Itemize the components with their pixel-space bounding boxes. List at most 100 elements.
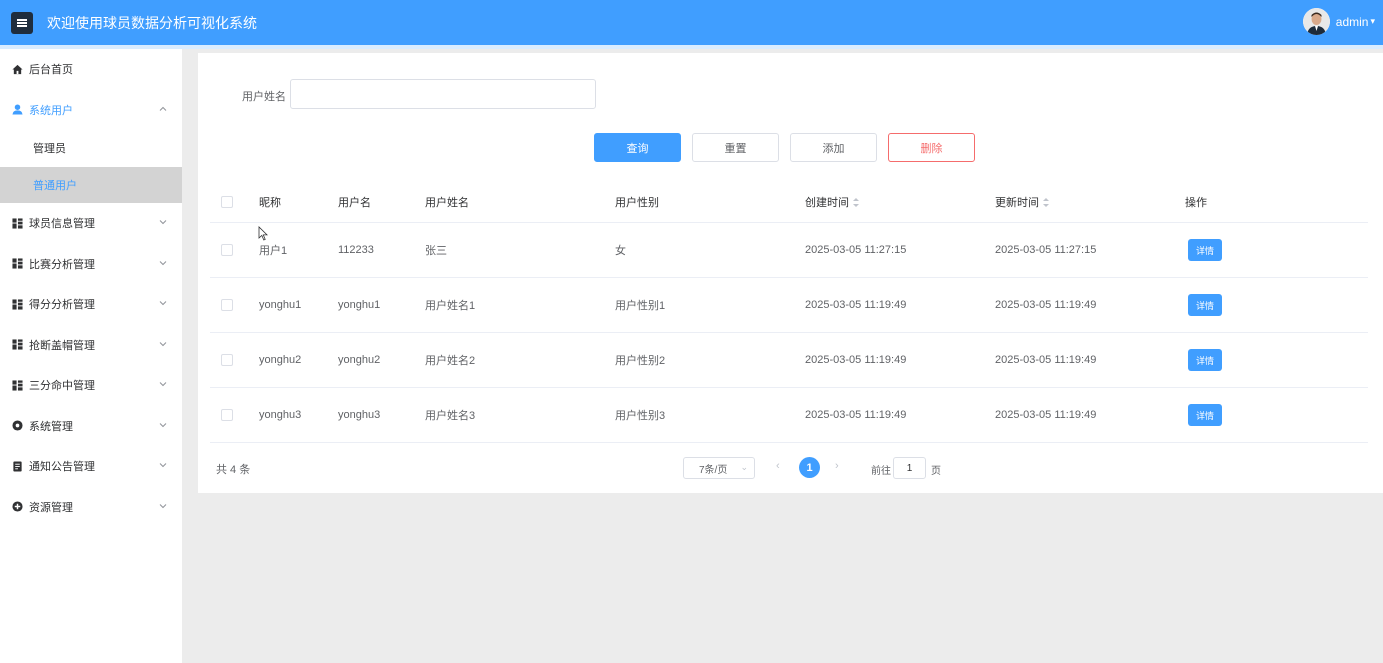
grid-icon	[12, 258, 23, 269]
menu-toggle-icon[interactable]	[11, 11, 33, 34]
sidebar-item-three-point[interactable]: 三分命中管理	[0, 365, 182, 406]
sidebar-item-label: 系统管理	[29, 420, 73, 433]
sidebar-subitem-admin[interactable]: 管理员	[0, 130, 182, 167]
chevron-up-icon	[159, 106, 167, 111]
row-checkbox[interactable]	[221, 409, 233, 421]
notice-icon	[13, 461, 22, 472]
pagination-total: 共 4 条	[216, 464, 251, 476]
header-created-label: 创建时间	[805, 196, 849, 209]
chevron-down-icon: ⌄	[740, 462, 748, 472]
sidebar-item-system-users[interactable]: 系统用户	[0, 90, 182, 131]
header-created-time[interactable]: 创建时间	[805, 194, 859, 210]
sidebar-item-system-manage[interactable]: 系统管理	[0, 406, 182, 447]
sidebar-item-steal-block[interactable]: 抢断盖帽管理	[0, 325, 182, 366]
chevron-down-icon	[159, 382, 167, 387]
search-input[interactable]	[290, 79, 596, 109]
chevron-down-icon[interactable]: ▾	[1370, 16, 1375, 27]
cell-created-time: 2025-03-05 11:19:49	[805, 299, 907, 311]
chevron-down-icon	[159, 220, 167, 225]
detail-button[interactable]: 详情	[1188, 404, 1222, 426]
search-label: 用户姓名	[242, 91, 286, 103]
row-checkbox[interactable]	[221, 354, 233, 366]
sort-icon[interactable]	[1043, 198, 1049, 208]
sidebar-subitem-normal-users[interactable]: 普通用户	[0, 166, 182, 203]
row-checkbox[interactable]	[221, 299, 233, 311]
plus-circle-icon	[12, 501, 23, 512]
sidebar-item-label: 比赛分析管理	[29, 258, 95, 271]
sidebar-item-match-analysis[interactable]: 比赛分析管理	[0, 244, 182, 285]
sidebar-item-player-info[interactable]: 球员信息管理	[0, 203, 182, 244]
sidebar-item-home[interactable]: 后台首页	[0, 49, 182, 90]
sidebar-item-label: 系统用户	[29, 104, 73, 117]
cell-nickname: yonghu3	[259, 409, 302, 421]
header-nickname: 昵称	[259, 196, 281, 209]
sidebar-item-label: 抢断盖帽管理	[29, 339, 95, 352]
cell-username: 112233	[338, 244, 374, 256]
cell-updated-time: 2025-03-05 11:19:49	[995, 354, 1097, 366]
sidebar-item-notice[interactable]: 通知公告管理	[0, 446, 182, 487]
goto-suffix: 页	[931, 466, 941, 477]
sidebar-item-label: 资源管理	[29, 501, 73, 514]
header-username: 用户名	[338, 196, 371, 209]
cell-updated-time: 2025-03-05 11:19:49	[995, 299, 1097, 311]
cell-created-time: 2025-03-05 11:19:49	[805, 354, 907, 366]
table-row: 用户1 112233 张三 女 2025-03-05 11:27:15 2025…	[210, 223, 1368, 278]
grid-icon	[12, 380, 23, 391]
sidebar-item-label: 通知公告管理	[29, 461, 95, 474]
cell-realname: 用户姓名3	[425, 410, 476, 422]
sidebar-item-label: 管理员	[33, 143, 66, 156]
chevron-down-icon	[159, 503, 167, 508]
cell-nickname: yonghu1	[259, 299, 302, 311]
top-header: 欢迎使用球员数据分析可视化系统 admin ▾	[0, 0, 1383, 45]
user-table: 昵称 用户名 用户姓名 用户性别 创建时间 更新时间 操作 用户1 112233…	[210, 181, 1368, 443]
content-card: 用户姓名 查询 重置 添加 删除 昵称 用户名 用户姓名 用户性别 创建时间 更…	[198, 53, 1383, 493]
cell-realname: 用户姓名1	[425, 300, 476, 312]
page-size-value: 7条/页	[699, 464, 728, 476]
cell-gender: 用户性别2	[615, 355, 666, 367]
home-icon	[12, 64, 23, 74]
cell-realname: 张三	[425, 245, 447, 257]
sidebar: 后台首页 系统用户 管理员 普通用户 球员信息管理 比赛分析管理 得分分析管理 …	[0, 49, 182, 663]
user-menu[interactable]: admin ▾	[1302, 8, 1375, 35]
detail-button[interactable]: 详情	[1188, 239, 1222, 261]
cell-nickname: yonghu2	[259, 354, 302, 366]
goto-page-input[interactable]: 1	[893, 457, 926, 479]
chevron-down-icon	[159, 422, 167, 427]
cell-realname: 用户姓名2	[425, 355, 476, 367]
mouse-cursor-icon	[258, 226, 268, 241]
sidebar-item-resource[interactable]: 资源管理	[0, 487, 182, 528]
header-updated-time[interactable]: 更新时间	[995, 194, 1049, 210]
chevron-down-icon	[159, 463, 167, 468]
chevron-down-icon	[159, 301, 167, 306]
select-all-checkbox[interactable]	[221, 195, 233, 208]
next-page-button[interactable]: ›	[835, 460, 839, 472]
table-header: 昵称 用户名 用户姓名 用户性别 创建时间 更新时间 操作	[210, 181, 1368, 223]
detail-button[interactable]: 详情	[1188, 294, 1222, 316]
sidebar-item-score-analysis[interactable]: 得分分析管理	[0, 284, 182, 325]
grid-icon	[12, 299, 23, 310]
query-button[interactable]: 查询	[594, 133, 681, 162]
username[interactable]: admin	[1336, 15, 1369, 29]
avatar[interactable]	[1302, 8, 1330, 35]
prev-page-button[interactable]: ‹	[776, 460, 780, 472]
add-button[interactable]: 添加	[790, 133, 877, 162]
cell-nickname: 用户1	[259, 245, 288, 257]
app-title: 欢迎使用球员数据分析可视化系统	[47, 14, 257, 31]
goto-label: 前往	[871, 466, 891, 477]
cell-gender: 用户性别1	[615, 300, 666, 312]
page-number-current[interactable]: 1	[799, 457, 820, 478]
grid-icon	[12, 218, 23, 229]
table-row: yonghu2 yonghu2 用户姓名2 用户性别2 2025-03-05 1…	[210, 333, 1368, 388]
detail-button[interactable]: 详情	[1188, 349, 1222, 371]
header-action: 操作	[1185, 196, 1207, 209]
reset-button[interactable]: 重置	[692, 133, 779, 162]
delete-button[interactable]: 删除	[888, 133, 975, 162]
row-checkbox[interactable]	[221, 244, 233, 256]
table-row: yonghu3 yonghu3 用户姓名3 用户性别3 2025-03-05 1…	[210, 388, 1368, 443]
header-divider	[0, 45, 1383, 49]
table-row: yonghu1 yonghu1 用户姓名1 用户性别1 2025-03-05 1…	[210, 278, 1368, 333]
cell-gender: 女	[615, 245, 626, 257]
page-size-select[interactable]: 7条/页 ⌄	[683, 457, 755, 479]
sort-icon[interactable]	[853, 198, 859, 208]
sidebar-item-label: 普通用户	[33, 179, 77, 192]
